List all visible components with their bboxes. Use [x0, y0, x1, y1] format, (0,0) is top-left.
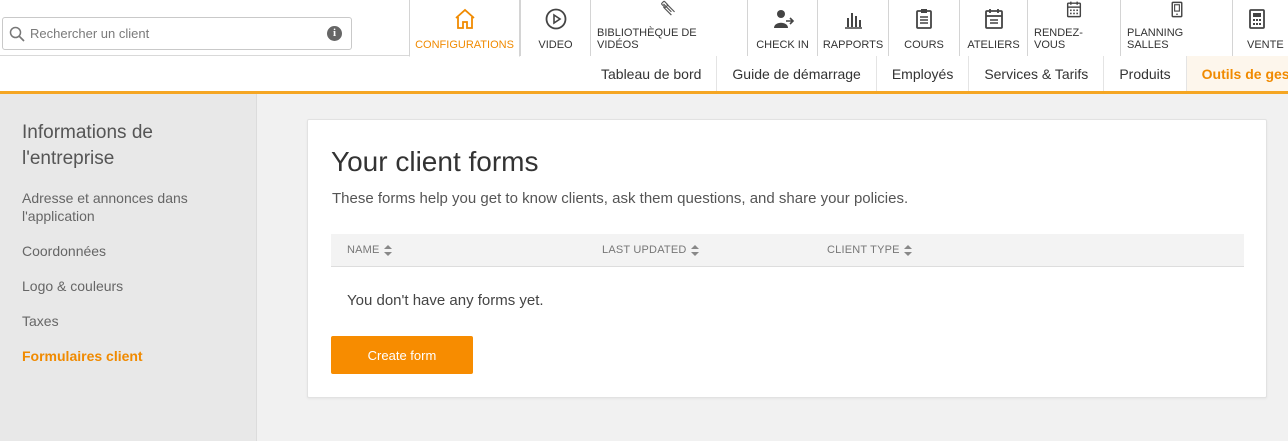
tab-appointments[interactable]: RENDEZ-VOUS — [1027, 0, 1120, 56]
bar-chart-icon — [845, 13, 862, 29]
subnav-management-tools[interactable]: Outils de gest — [1186, 56, 1288, 91]
settings-sidebar: Informations de l'entreprise Adresse et … — [0, 94, 257, 441]
tab-video[interactable]: VIDEO — [520, 0, 590, 56]
calendar-grid-icon — [1066, 1, 1082, 18]
tab-room-planning[interactable]: PLANNING SALLES — [1120, 0, 1232, 56]
tab-label: CHECK IN — [756, 39, 809, 51]
tab-label: PLANNING SALLES — [1127, 27, 1184, 51]
sub-nav: Tableau de bord Guide de démarrage Emplo… — [0, 56, 1288, 94]
search-icon — [9, 26, 25, 42]
subnav-dashboard[interactable]: Tableau de bord — [586, 56, 718, 91]
subnav-products[interactable]: Produits — [1104, 56, 1187, 91]
empty-state-text: You don't have any forms yet. — [347, 292, 544, 309]
subnav-services-pricing[interactable]: Services & Tarifs — [969, 56, 1105, 91]
tab-label: COURS — [904, 39, 944, 51]
tab-label: BIBLIOTHÈQUE DE VIDÉOS — [597, 27, 697, 51]
tab-label: ATELIERS — [967, 39, 1020, 51]
tab-video-library[interactable]: BIBLIOTHÈQUE DE VIDÉOS — [590, 0, 747, 56]
tab-courses[interactable]: COURS — [888, 0, 959, 56]
clipboard-icon — [916, 9, 932, 29]
sidebar-item-contact[interactable]: Coordonnées — [22, 242, 237, 260]
sidebar-item-address[interactable]: Adresse et annonces dans l'application — [22, 189, 237, 225]
tab-label: RAPPORTS — [822, 39, 884, 51]
column-label: NAME — [347, 244, 380, 256]
checkin-icon — [773, 10, 794, 28]
tab-label: RENDEZ-VOUS — [1034, 27, 1083, 51]
tab-label: CONFIGURATIONS — [415, 39, 514, 51]
tab-configurations[interactable]: CONFIGURATIONS — [409, 0, 520, 57]
sort-icon — [383, 244, 392, 256]
tab-label: VENTE — [1247, 39, 1284, 51]
video-library-icon — [661, 0, 675, 16]
main-nav: CONFIGURATIONS VIDEO BIBLIOTHÈQUE DE VID… — [409, 0, 1288, 57]
tab-check-in[interactable]: CHECK IN — [747, 0, 817, 56]
column-name[interactable]: NAME — [347, 244, 392, 256]
door-icon — [1171, 1, 1182, 18]
home-icon — [454, 8, 475, 29]
column-last-updated[interactable]: LAST UPDATED — [602, 244, 699, 256]
sort-icon — [690, 244, 699, 256]
cash-register-icon — [1249, 9, 1265, 29]
subnav-getting-started[interactable]: Guide de démarrage — [717, 56, 877, 91]
column-client-type[interactable]: CLIENT TYPE — [827, 244, 912, 256]
client-forms-card: Your client forms These forms help you g… — [307, 119, 1267, 398]
info-icon[interactable]: i — [327, 26, 342, 41]
tab-reports[interactable]: RAPPORTS — [817, 0, 888, 56]
play-icon — [545, 8, 566, 30]
tab-workshops[interactable]: ATELIERS — [959, 0, 1027, 56]
tab-label: VIDEO — [538, 39, 573, 51]
sidebar-item-logo-colors[interactable]: Logo & couleurs — [22, 277, 237, 295]
sidebar-item-client-forms[interactable]: Formulaires client — [22, 347, 237, 365]
table-header: NAME LAST UPDATED CLIENT TYPE — [331, 234, 1244, 267]
sidebar-item-taxes[interactable]: Taxes — [22, 312, 237, 330]
page-title: Your client forms — [331, 146, 539, 177]
top-bar: i CONFIGURATIONS VIDEO BIBLIOTHÈQUE DE V… — [0, 0, 1288, 57]
tab-sales[interactable]: VENTE — [1232, 0, 1288, 56]
create-form-button[interactable]: Create form — [331, 336, 473, 374]
search-input[interactable] — [30, 18, 320, 49]
page-subtitle: These forms help you get to know clients… — [332, 190, 909, 207]
sort-icon — [903, 244, 912, 256]
calendar-icon — [984, 9, 1003, 29]
column-label: LAST UPDATED — [602, 244, 687, 256]
sidebar-title: Informations de l'entreprise — [22, 122, 153, 169]
column-label: CLIENT TYPE — [827, 244, 900, 256]
client-search[interactable]: i — [2, 17, 352, 50]
subnav-employees[interactable]: Employés — [877, 56, 970, 91]
